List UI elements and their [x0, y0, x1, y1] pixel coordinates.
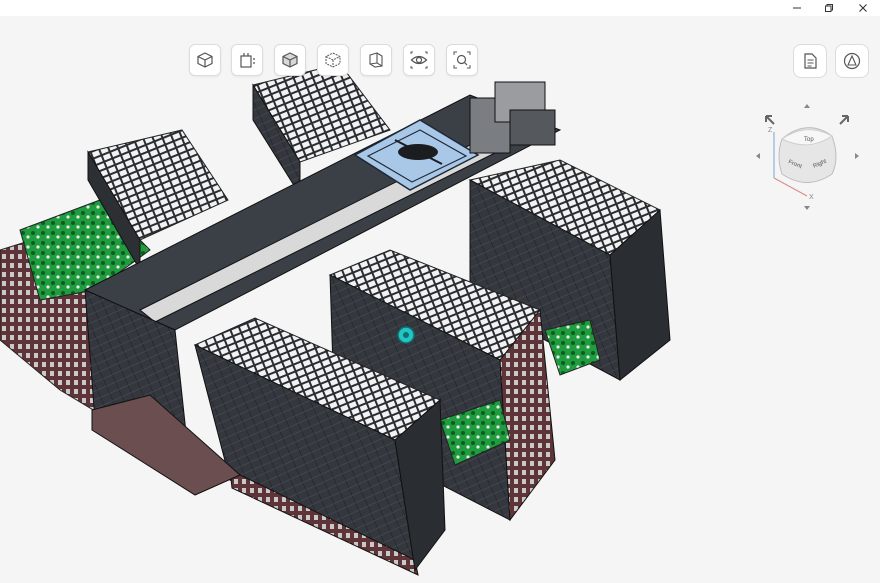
view-cube[interactable]: Z X Top Front Right: [752, 96, 867, 216]
model-viewport[interactable]: Z X Top Front Right: [0, 16, 880, 583]
east-courtyard-garden: [544, 319, 601, 376]
solid-view-button[interactable]: [274, 44, 306, 76]
fit-view-icon: [453, 51, 471, 69]
section-box-icon: [240, 53, 255, 68]
pan-down-arrow-icon[interactable]: [804, 206, 810, 210]
floor-plan-button[interactable]: [360, 44, 392, 76]
rotate-left-arrow-icon[interactable]: [765, 115, 775, 125]
solid-cube-icon: [282, 52, 298, 68]
cube-face-top-label: Top: [804, 137, 814, 143]
rotate-right-arrow-icon[interactable]: [839, 115, 849, 125]
pan-right-arrow-icon[interactable]: [855, 153, 859, 159]
x-axis-label: X: [809, 194, 814, 201]
building-model[interactable]: [0, 16, 880, 583]
close-button[interactable]: [848, 0, 878, 16]
section-box-button[interactable]: [231, 44, 263, 76]
perspective-cube-icon: [197, 52, 213, 68]
pan-up-arrow-icon[interactable]: [804, 104, 810, 108]
restore-button[interactable]: [814, 0, 844, 16]
layers-cone-icon: [843, 52, 861, 70]
wireframe-cube-icon: [325, 52, 341, 68]
minimize-icon: [793, 7, 801, 9]
title-bar: [0, 0, 880, 16]
pan-left-arrow-icon[interactable]: [756, 153, 760, 159]
restore-icon: [825, 4, 833, 12]
visibility-button[interactable]: [403, 44, 435, 76]
close-icon: [859, 4, 867, 12]
minimize-button[interactable]: [782, 0, 812, 16]
document-icon: [804, 53, 817, 69]
wireframe-view-button[interactable]: [317, 44, 349, 76]
fit-view-button[interactable]: [446, 44, 478, 76]
z-axis-label: Z: [768, 127, 773, 134]
floor-plan-icon: [369, 52, 383, 68]
eye-icon: [410, 51, 428, 69]
layers-button[interactable]: [835, 44, 869, 78]
properties-button[interactable]: [793, 44, 827, 78]
perspective-view-button[interactable]: [189, 44, 221, 76]
selected-element-marker[interactable]: [397, 326, 415, 344]
